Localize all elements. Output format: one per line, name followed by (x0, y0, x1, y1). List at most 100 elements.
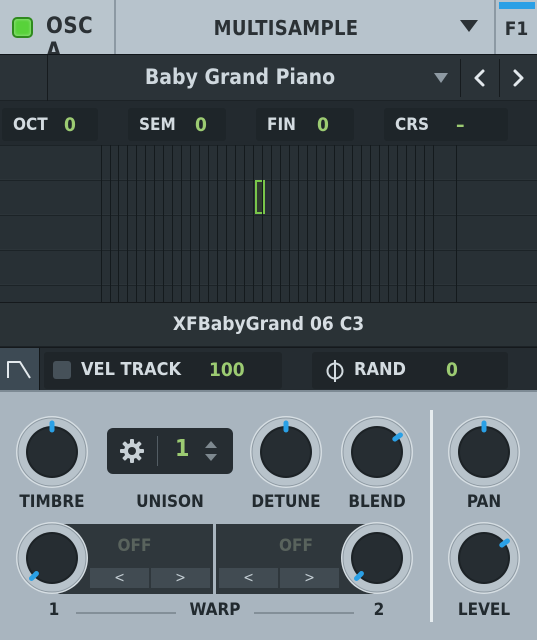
semitone-label: SEM (139, 115, 176, 135)
velocity-track-label: VEL TRACK (81, 359, 182, 380)
keymap-key-line (370, 145, 371, 302)
sample-name: XFBabyGrand 06 C3 (172, 313, 365, 335)
keymap-key-line (217, 145, 218, 302)
keymap-key-line (118, 145, 119, 302)
keymap-key-line (127, 145, 128, 302)
timbre-knob[interactable] (14, 414, 90, 494)
phase-random-control[interactable]: RAND 0 (312, 352, 508, 389)
keymap-key-line (262, 145, 263, 302)
blend-knob[interactable] (339, 414, 415, 494)
envelope-icon (7, 361, 31, 379)
warp-2-next-button[interactable]: > (280, 568, 339, 588)
section-divider (430, 410, 433, 622)
keymap-key-line (199, 145, 200, 302)
coarse-value[interactable]: – (456, 114, 465, 136)
keymap-key-line (361, 145, 362, 302)
envelope-button[interactable] (0, 348, 40, 391)
coarse-label: CRS (395, 115, 430, 135)
knob-icon (341, 416, 413, 488)
warp-bracket-line (254, 612, 354, 614)
fine-value[interactable]: 0 (317, 114, 329, 136)
osc-type-selector[interactable]: MULTISAMPLE (118, 0, 494, 54)
keymap-key-line (289, 145, 290, 302)
knob-icon (16, 416, 88, 488)
detune-knob[interactable] (248, 414, 324, 494)
warp-label: WARP (189, 600, 241, 620)
timbre-label: TIMBRE (19, 492, 85, 512)
chevron-left-icon (474, 69, 485, 87)
keymap-key-line (280, 145, 281, 302)
next-preset-button[interactable] (504, 64, 532, 92)
warp-1-knob[interactable] (14, 520, 90, 600)
keymap-key-line (388, 145, 389, 302)
keymap-key-line (325, 145, 326, 302)
knob-icon (16, 522, 88, 594)
stepper-up-icon[interactable] (205, 441, 217, 448)
rand-value[interactable]: 0 (446, 359, 458, 381)
divider (460, 59, 461, 97)
sample-preset-bar: Baby Grand Piano (0, 54, 537, 101)
unison-control[interactable]: 1 (107, 428, 233, 474)
warp-2-label: 2 (373, 600, 385, 620)
keymap-key-line (172, 145, 173, 302)
keymap-key-line (424, 145, 425, 302)
preset-name[interactable]: Baby Grand Piano (50, 65, 430, 89)
preset-dropdown-icon[interactable] (434, 73, 448, 83)
osc-type-label: MULTISAMPLE (213, 16, 359, 40)
pitch-controls: OCT 0 SEM 0 FIN 0 CRS – (0, 101, 537, 145)
preset-menu-area[interactable] (0, 55, 48, 101)
dropdown-arrow-icon[interactable] (460, 20, 478, 32)
coarse-field[interactable]: CRS – (384, 108, 508, 141)
stepper-down-icon[interactable] (205, 454, 217, 461)
keymap-key-line (235, 145, 236, 302)
keymap-key-line (343, 145, 344, 302)
keymap-key-line (271, 145, 272, 302)
keymap-key-line (190, 145, 191, 302)
blend-label: BLEND (348, 492, 406, 512)
pan-knob[interactable] (446, 414, 522, 494)
sample-key-map[interactable] (0, 145, 537, 302)
keymap-key-line (253, 145, 254, 302)
keymap-key-line (456, 145, 457, 302)
velocity-track-value[interactable]: 100 (209, 359, 245, 381)
osc-toggle-cell[interactable]: OSC A (0, 0, 116, 64)
filter-route-button[interactable]: F1 (494, 0, 537, 54)
divider (157, 436, 158, 466)
filter-route-indicator (499, 2, 535, 9)
velocity-track-control[interactable]: VEL TRACK 100 (44, 352, 282, 389)
current-sample-zone[interactable] (255, 180, 265, 214)
fine-label: FIN (267, 115, 296, 135)
keymap-key-line (110, 145, 111, 302)
phase-icon (326, 360, 344, 382)
prev-preset-button[interactable] (466, 64, 494, 92)
keymap-key-line (181, 145, 182, 302)
rand-label: RAND (354, 359, 407, 380)
oscillator-knob-panel: TIMBRE 1 UNISON DETUNE BLEND PAN OFF < >… (0, 390, 537, 640)
warp-bracket-line (76, 612, 176, 614)
fine-field[interactable]: FIN 0 (256, 108, 354, 141)
keymap-key-line (226, 145, 227, 302)
level-knob[interactable] (446, 520, 522, 600)
velocity-track-checkbox[interactable] (53, 361, 71, 379)
warp-2-prev-button[interactable]: < (219, 568, 278, 588)
oscillator-header: OSC A MULTISAMPLE F1 (0, 0, 537, 64)
warp-2-knob[interactable] (339, 520, 415, 600)
octave-value[interactable]: 0 (64, 114, 76, 136)
warp-1-next-button[interactable]: > (151, 568, 210, 588)
semitone-field[interactable]: SEM 0 (128, 108, 226, 141)
keymap-key-line (316, 145, 317, 302)
unison-stepper[interactable] (203, 438, 219, 464)
osc-enable-led[interactable] (12, 17, 33, 38)
pan-label: PAN (466, 492, 502, 512)
keymap-key-line (415, 145, 416, 302)
level-label: LEVEL (457, 600, 511, 620)
octave-field[interactable]: OCT 0 (2, 108, 98, 141)
warp-1-prev-button[interactable]: < (90, 568, 149, 588)
keymap-key-line (298, 145, 299, 302)
keymap-key-line (101, 145, 102, 302)
detune-label: DETUNE (251, 492, 321, 512)
knob-icon (448, 522, 520, 594)
semitone-value[interactable]: 0 (195, 114, 207, 136)
octave-label: OCT (13, 115, 48, 135)
keymap-key-line (154, 145, 155, 302)
